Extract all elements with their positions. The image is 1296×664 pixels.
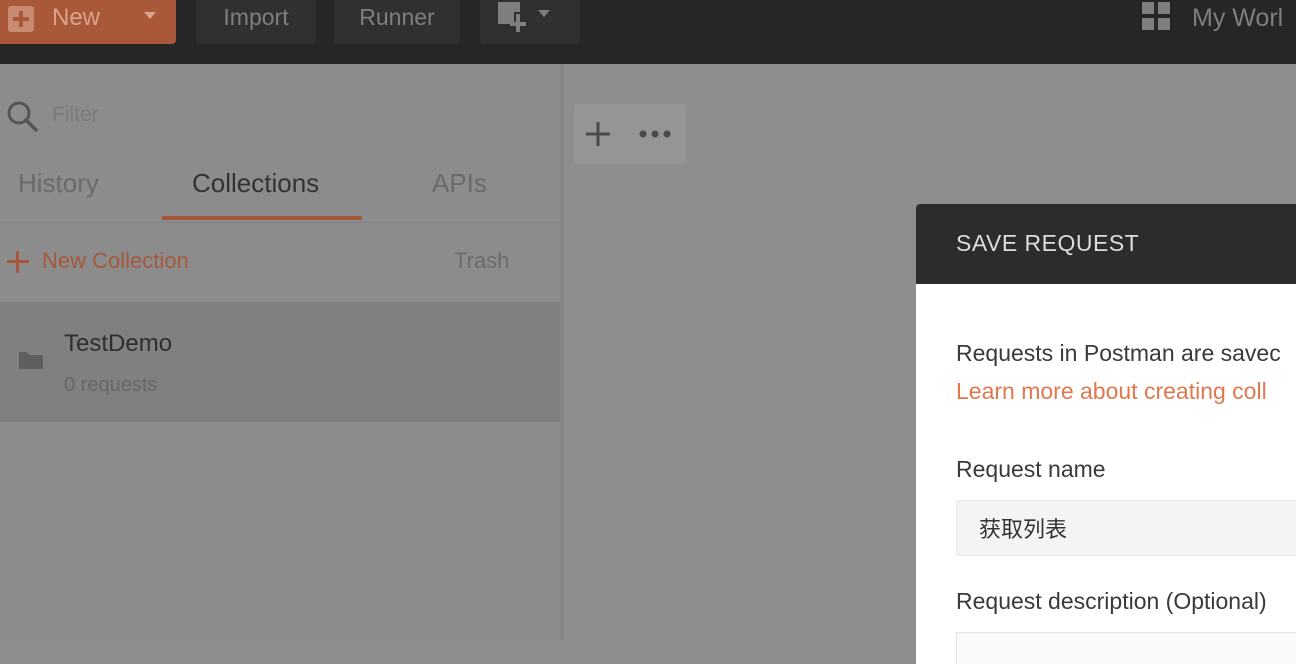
new-button-label: New [52,4,101,31]
more-icon[interactable] [638,128,672,140]
request-name-input[interactable] [956,500,1296,556]
new-collection-button[interactable]: New Collection [42,248,189,274]
search-icon [7,101,38,132]
sidebar-divider [560,64,564,640]
modal-body: Requests in Postman are savec Learn more… [916,284,1296,664]
tab-strip-controls [574,104,686,164]
save-request-modal: SAVE REQUEST Requests in Postman are sav… [916,204,1296,664]
new-window-icon [498,2,550,32]
runner-button[interactable]: Runner [334,0,460,44]
add-tab-icon[interactable] [584,120,612,148]
collection-request-count: 0 requests [64,374,158,396]
tab-apis[interactable]: APIs [432,168,487,199]
collection-item[interactable]: TestDemo 0 requests [0,302,560,422]
tab-history[interactable]: History [18,168,99,199]
modal-title: SAVE REQUEST [956,230,1140,256]
top-bar: New Import Runner My Worl [0,0,1296,64]
filter-row [0,84,536,146]
import-button-label: Import [223,4,289,30]
new-window-button[interactable] [480,0,580,44]
request-description-label: Request description (Optional) [956,588,1267,614]
plus-icon [8,6,34,32]
new-button[interactable]: New [0,0,176,44]
collection-name: TestDemo [64,330,173,357]
sidebar-tabs: History Collections APIs [0,156,560,223]
workspace-grid-icon[interactable] [1140,0,1172,32]
runner-button-label: Runner [359,4,435,30]
intro-text: Requests in Postman are savec [956,340,1281,366]
import-button[interactable]: Import [196,0,316,44]
plus-icon [7,251,29,273]
modal-header: SAVE REQUEST [916,204,1296,284]
request-description-input[interactable] [956,632,1296,664]
caret-down-icon[interactable] [142,8,158,24]
tab-collections[interactable]: Collections [192,168,319,199]
collection-actions: New Collection Trash [0,222,560,302]
filter-input[interactable] [50,94,524,136]
learn-more-link[interactable]: Learn more about creating coll [956,378,1267,405]
active-tab-indicator [162,216,362,220]
folder-icon [19,352,43,369]
request-name-label: Request name [956,456,1106,482]
workspace-label[interactable]: My Worl [1192,4,1283,33]
trash-button[interactable]: Trash [454,248,509,274]
sidebar: History Collections APIs New Collection … [0,64,560,640]
